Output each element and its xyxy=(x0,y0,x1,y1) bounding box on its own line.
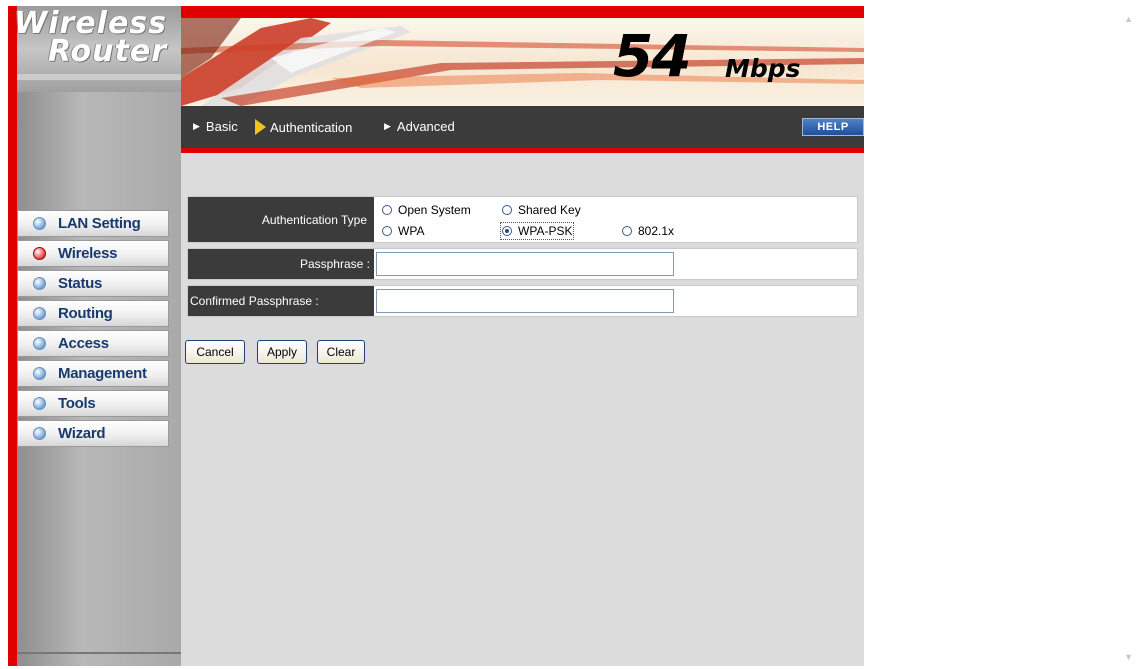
bullet-icon xyxy=(33,427,46,440)
sidebar-item-management[interactable]: Management xyxy=(17,360,169,387)
bullet-icon xyxy=(33,337,46,350)
tab-basic[interactable]: ▶ Basic xyxy=(193,119,238,134)
sidebar-item-label: Tools xyxy=(58,395,96,412)
banner-red-strip xyxy=(181,6,864,18)
apply-button[interactable]: Apply xyxy=(257,340,307,364)
auth-type-row: Authentication Type Open System Shared K… xyxy=(187,196,858,243)
radio-open-system[interactable]: Open System xyxy=(382,203,471,217)
sidebar-item-tools[interactable]: Tools xyxy=(17,390,169,417)
radio-label: WPA xyxy=(398,224,425,238)
cancel-button[interactable]: Cancel xyxy=(185,340,245,364)
auth-type-label: Authentication Type xyxy=(188,197,374,242)
sidebar-item-label: Access xyxy=(58,335,109,352)
confirmed-passphrase-input[interactable] xyxy=(376,289,674,313)
help-button[interactable]: HELP xyxy=(802,118,864,136)
sidebar-nav: LAN Setting Wireless Status Routing Acce… xyxy=(17,210,169,450)
divider xyxy=(17,652,181,654)
sidebar-item-label: LAN Setting xyxy=(58,215,141,232)
radio-circle-icon xyxy=(502,205,512,215)
sidebar-item-status[interactable]: Status xyxy=(17,270,169,297)
sidebar-item-label: Routing xyxy=(58,305,113,322)
sidebar-item-label: Wizard xyxy=(58,425,106,442)
radio-checked-icon xyxy=(502,226,512,236)
radio-802-1x[interactable]: 802.1x xyxy=(622,224,674,238)
radio-label: Shared Key xyxy=(518,203,581,217)
radio-circle-icon xyxy=(382,226,392,236)
passphrase-input[interactable] xyxy=(376,252,674,276)
speed-unit: Mbps xyxy=(725,54,801,83)
passphrase-label: Passphrase : xyxy=(188,249,374,279)
left-frame: Wireless Router LAN Setting Wireless Sta… xyxy=(0,0,181,669)
tab-bar: ▶ Basic Authentication ▶ Advanced HELP xyxy=(181,106,864,148)
main-frame: 54 Mbps ▶ Basic Authentication ▶ Advance… xyxy=(181,6,864,666)
sidebar-item-label: Status xyxy=(58,275,103,292)
radio-label: 802.1x xyxy=(638,224,675,238)
banner: 54 Mbps xyxy=(181,18,864,106)
radio-circle-icon xyxy=(622,226,632,236)
sidebar-item-access[interactable]: Access xyxy=(17,330,169,357)
triangle-right-icon: ▶ xyxy=(384,121,391,131)
scroll-down-icon[interactable]: ▼ xyxy=(1124,652,1133,662)
radio-shared-key[interactable]: Shared Key xyxy=(502,203,581,217)
radio-circle-icon xyxy=(382,205,392,215)
tab-label: Advanced xyxy=(396,119,455,134)
radio-label: Open System xyxy=(398,203,471,217)
confirmed-passphrase-row: Confirmed Passphrase : xyxy=(187,285,858,317)
tab-authentication[interactable]: Authentication xyxy=(255,119,352,135)
clear-button[interactable]: Clear xyxy=(317,340,365,364)
passphrase-row: Passphrase : xyxy=(187,248,858,280)
sidebar-item-label: Management xyxy=(58,365,147,382)
radio-wpa-psk[interactable]: WPA-PSK xyxy=(499,222,575,240)
sidebar-item-lan-setting[interactable]: LAN Setting xyxy=(17,210,169,237)
logo-stripe xyxy=(17,74,181,80)
bullet-icon xyxy=(33,307,46,320)
bullet-icon xyxy=(33,397,46,410)
active-bullet-icon xyxy=(33,247,46,260)
scroll-up-icon[interactable]: ▲ xyxy=(1124,14,1133,24)
radio-wpa[interactable]: WPA xyxy=(382,224,424,238)
confirmed-passphrase-label: Confirmed Passphrase : xyxy=(188,286,374,316)
triangle-right-icon: ▶ xyxy=(193,121,200,131)
sidebar-item-label: Wireless xyxy=(58,245,118,262)
logo-line-2: Router xyxy=(47,34,167,69)
radio-label: WPA-PSK xyxy=(518,224,573,238)
active-arrow-icon xyxy=(255,119,266,135)
sidebar-item-routing[interactable]: Routing xyxy=(17,300,169,327)
logo: Wireless Router xyxy=(14,6,181,92)
tab-advanced[interactable]: ▶ Advanced xyxy=(384,119,455,134)
bullet-icon xyxy=(33,277,46,290)
bullet-icon xyxy=(33,367,46,380)
tab-bar-red-strip xyxy=(181,148,864,153)
speed-number: 54 xyxy=(613,22,692,90)
left-red-border xyxy=(8,6,17,666)
sidebar-item-wireless[interactable]: Wireless xyxy=(17,240,169,267)
tab-label: Authentication xyxy=(270,119,353,135)
bullet-icon xyxy=(33,217,46,230)
tab-label: Basic xyxy=(205,119,238,134)
sidebar-item-wizard[interactable]: Wizard xyxy=(17,420,169,447)
